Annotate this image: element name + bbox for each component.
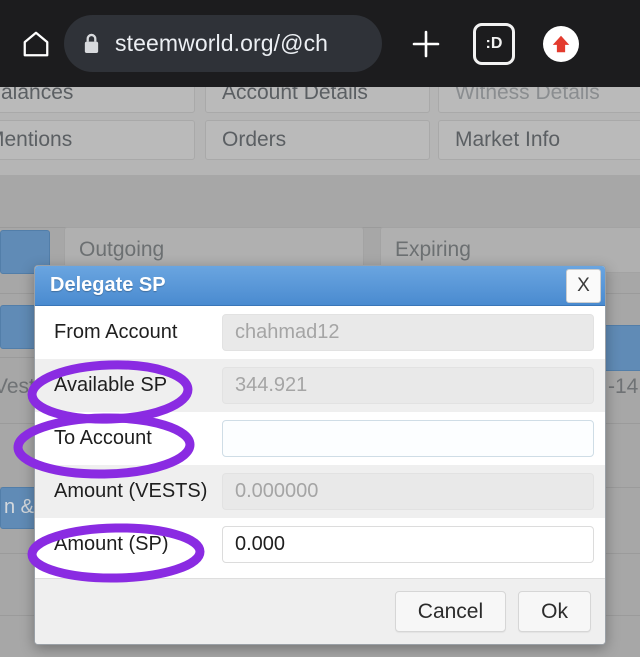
tab-count-label: :D — [473, 22, 515, 65]
dialog-titlebar: Delegate SP X — [35, 266, 605, 306]
available-sp-input: 344.921 — [222, 367, 594, 404]
home-icon[interactable] — [14, 22, 58, 66]
dialog-form: From Account chahmad12 Available SP 344.… — [35, 306, 605, 578]
dialog-footer: Cancel Ok — [35, 578, 605, 644]
dialog-title: Delegate SP — [50, 274, 166, 296]
label-available-sp: Available SP — [54, 374, 168, 396]
close-icon[interactable]: X — [566, 269, 601, 303]
browser-toolbar: steemworld.org/@ch :D — [0, 0, 640, 87]
url-text: steemworld.org/@ch — [115, 30, 329, 56]
cancel-button[interactable]: Cancel — [394, 591, 507, 632]
amount-vests-input: 0.000000 — [222, 473, 594, 510]
form-row-amount-sp: Amount (SP) 0.000 — [35, 518, 605, 571]
form-row-available-sp: Available SP 344.921 — [35, 359, 605, 412]
label-to-account: To Account — [54, 427, 152, 449]
label-amount-sp: Amount (SP) — [54, 533, 169, 555]
ok-button[interactable]: Ok — [518, 591, 591, 632]
label-from-account: From Account — [54, 321, 178, 343]
new-tab-button[interactable] — [398, 16, 454, 72]
form-row-to-account: To Account — [35, 412, 605, 465]
from-account-input: chahmad12 — [222, 314, 594, 351]
to-account-input[interactable] — [222, 420, 594, 457]
tab-count-button[interactable]: :D — [468, 18, 520, 70]
amount-sp-input[interactable]: 0.000 — [222, 526, 594, 563]
label-amount-vests: Amount (VESTS) — [54, 480, 208, 502]
delegate-sp-dialog: Delegate SP X From Account chahmad12 Ava… — [34, 265, 606, 645]
lock-icon — [82, 32, 101, 55]
close-label: X — [577, 275, 590, 296]
up-arrow-icon — [543, 25, 579, 62]
form-row-from-account: From Account chahmad12 — [35, 306, 605, 359]
url-bar[interactable]: steemworld.org/@ch — [64, 15, 382, 72]
upload-button[interactable] — [536, 19, 586, 69]
form-row-amount-vests: Amount (VESTS) 0.000000 — [35, 465, 605, 518]
